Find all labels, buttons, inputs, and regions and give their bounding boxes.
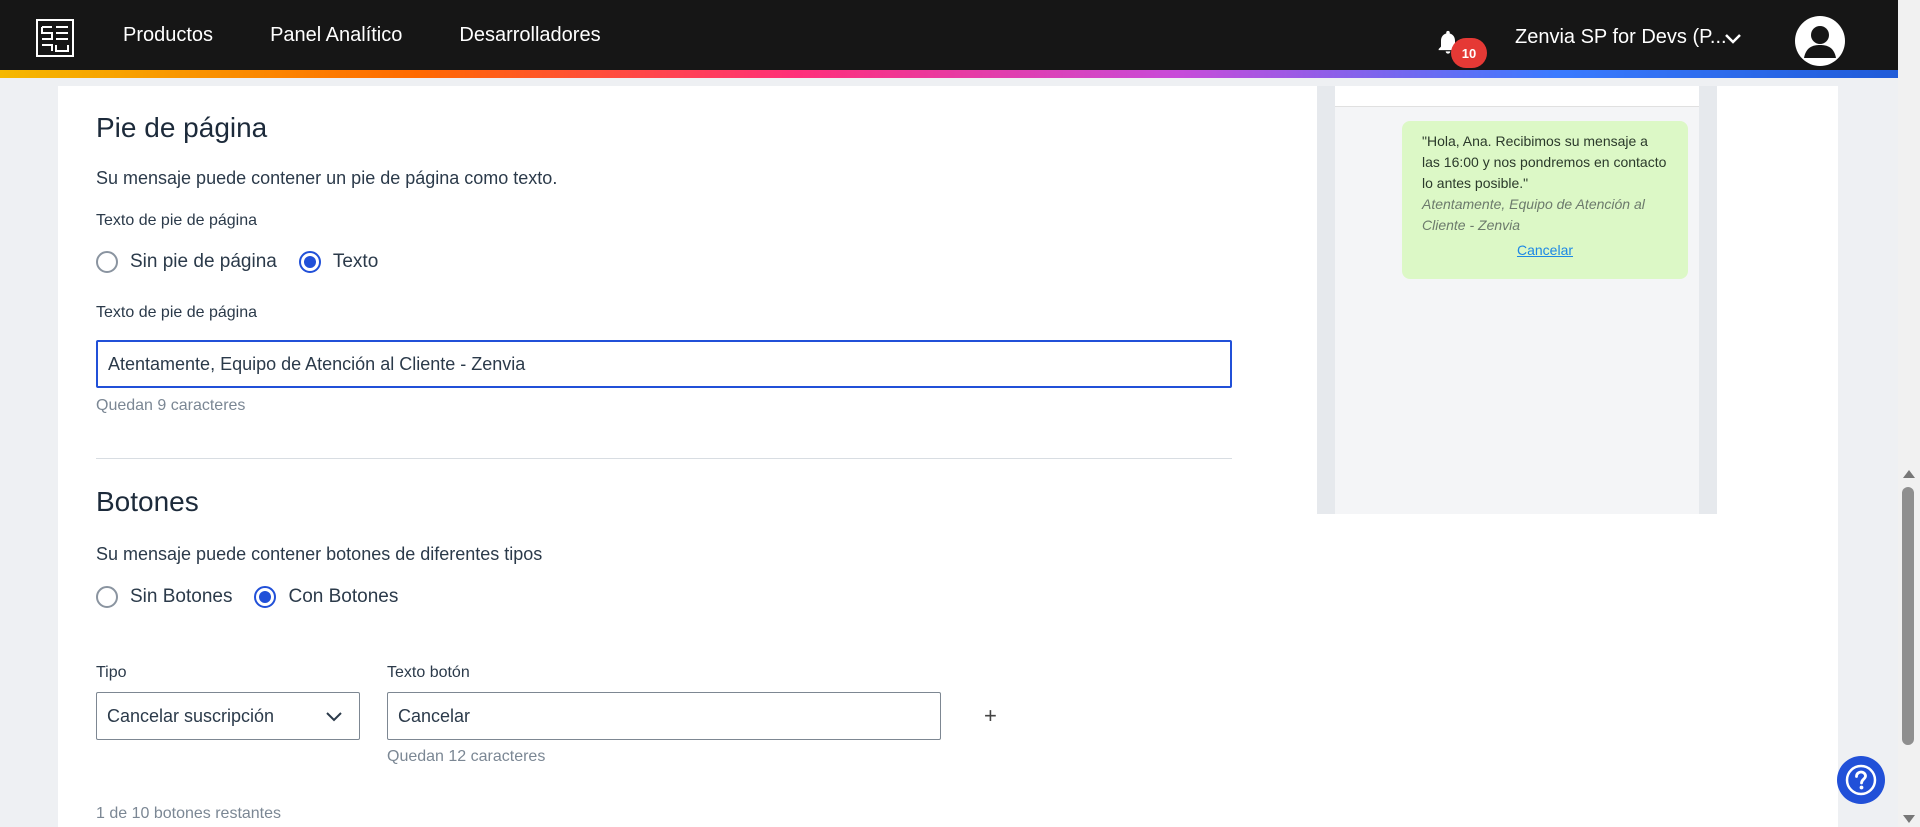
nav-productos[interactable]: Productos <box>123 24 213 47</box>
top-navigation-bar: Productos Panel Analítico Desarrolladore… <box>0 0 1898 78</box>
footer-text-remaining: Quedan 9 caracteres <box>96 397 246 414</box>
buttons-radio-group: Sin Botones Con Botones <box>96 586 420 608</box>
zenvia-logo[interactable] <box>36 19 74 57</box>
footer-text-input[interactable]: Atentamente, Equipo de Atención al Clien… <box>96 340 1232 388</box>
brand-gradient-strip <box>0 70 1898 78</box>
radio-texto[interactable] <box>298 251 321 273</box>
chevron-down-icon[interactable] <box>1724 32 1742 51</box>
nav-desarrolladores[interactable]: Desarrolladores <box>459 24 600 47</box>
button-type-label: Tipo <box>96 664 127 681</box>
radio-con-botones-label[interactable]: Con Botones <box>288 586 398 608</box>
scroll-down-icon[interactable] <box>1903 815 1915 823</box>
help-button[interactable] <box>1837 756 1885 804</box>
footer-type-radio-group: Sin pie de página Texto <box>96 251 400 273</box>
scroll-up-icon[interactable] <box>1903 470 1915 478</box>
add-button-icon[interactable]: + <box>984 703 997 729</box>
radio-sin-pie[interactable] <box>96 251 118 273</box>
footer-section-description: Su mensaje puede contener un pie de pági… <box>96 168 558 188</box>
button-text-label: Texto botón <box>387 664 470 681</box>
scrollbar-thumb[interactable] <box>1902 487 1914 745</box>
preview-footer-text: Atentamente, Equipo de Atención al Clien… <box>1422 196 1645 233</box>
preview-cancel-button[interactable]: Cancelar <box>1422 240 1668 261</box>
footer-text-value: Atentamente, Equipo de Atención al Clien… <box>108 353 526 374</box>
button-text-value: Cancelar <box>398 705 471 726</box>
button-type-value: Cancelar suscripción <box>107 705 275 726</box>
buttons-section-title: Botones <box>96 486 199 517</box>
button-text-input[interactable]: Cancelar <box>387 692 941 740</box>
message-preview-panel: "Hola, Ana. Recibimos su mensaje a las 1… <box>1317 86 1717 514</box>
radio-texto-label[interactable]: Texto <box>333 251 378 273</box>
radio-con-botones[interactable] <box>254 586 277 608</box>
radio-sin-botones-label[interactable]: Sin Botones <box>130 586 232 608</box>
notification-count-badge: 10 <box>1451 38 1487 68</box>
footer-section-title: Pie de página <box>96 112 268 143</box>
preview-message-bubble: "Hola, Ana. Recibimos su mensaje a las 1… <box>1402 121 1688 279</box>
main-nav: Productos Panel Analítico Desarrolladore… <box>123 0 601 78</box>
user-avatar-icon[interactable] <box>1795 16 1845 66</box>
page-scrollbar[interactable] <box>1898 0 1920 827</box>
footer-type-label: Texto de pie de página <box>96 212 258 229</box>
preview-top-bar <box>1335 86 1699 107</box>
chevron-down-icon[interactable] <box>325 708 343 729</box>
footer-text-label: Texto de pie de página <box>96 304 258 321</box>
radio-sin-botones[interactable] <box>96 586 118 608</box>
buttons-remaining-count: 1 de 10 botones restantes <box>96 805 282 822</box>
radio-sin-pie-label[interactable]: Sin pie de página <box>130 251 277 273</box>
question-mark-icon <box>1845 764 1877 796</box>
buttons-section-description: Su mensaje puede contener botones de dif… <box>96 544 543 564</box>
section-divider <box>96 458 1232 459</box>
preview-message-text: "Hola, Ana. Recibimos su mensaje a las 1… <box>1422 133 1667 191</box>
button-text-remaining: Quedan 12 caracteres <box>387 748 546 765</box>
account-name[interactable]: Zenvia SP for Devs (P... <box>1515 26 1727 49</box>
button-type-select[interactable]: Cancelar suscripción <box>96 692 360 740</box>
preview-phone-screen: "Hola, Ana. Recibimos su mensaje a las 1… <box>1335 86 1699 514</box>
nav-panel-analitico[interactable]: Panel Analítico <box>270 24 402 47</box>
